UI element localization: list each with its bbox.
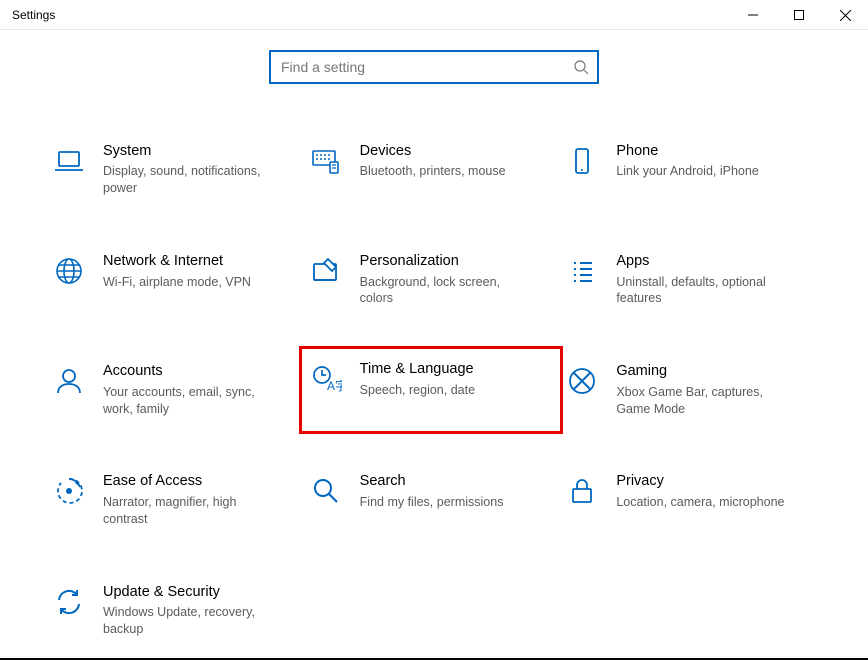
tile-system[interactable]: System Display, sound, notifications, po… (50, 134, 307, 206)
tile-sub: Display, sound, notifications, power (103, 163, 278, 197)
tile-sub: Background, lock screen, colors (360, 274, 535, 308)
list-icon (566, 255, 598, 287)
tile-sub: Xbox Game Bar, captures, Game Mode (616, 384, 791, 418)
tile-search[interactable]: Search Find my files, permissions (307, 464, 564, 536)
lock-icon (566, 475, 598, 507)
tile-time-language[interactable]: A字 Time & Language Speech, region, date (299, 346, 564, 434)
search-icon (573, 59, 589, 75)
ease-icon (53, 475, 85, 507)
tile-phone[interactable]: Phone Link your Android, iPhone (563, 134, 820, 206)
tile-sub: Narrator, magnifier, high contrast (103, 494, 278, 528)
tile-title: Network & Internet (103, 253, 278, 270)
tile-personalization[interactable]: Personalization Background, lock screen,… (307, 244, 564, 316)
tile-title: Privacy (616, 473, 791, 490)
tile-update-security[interactable]: Update & Security Windows Update, recove… (50, 575, 307, 647)
search-area (0, 50, 868, 84)
tile-sub: Link your Android, iPhone (616, 163, 791, 180)
keyboard-icon (310, 145, 342, 177)
maximize-button[interactable] (776, 0, 822, 30)
tile-title: Time & Language (360, 361, 535, 378)
tile-sub: Bluetooth, printers, mouse (360, 163, 535, 180)
tile-sub: Speech, region, date (360, 382, 535, 399)
titlebar: Settings (0, 0, 868, 30)
tile-sub: Uninstall, defaults, optional features (616, 274, 791, 308)
tile-title: Phone (616, 143, 791, 160)
tile-title: Devices (360, 143, 535, 160)
tile-sub: Find my files, permissions (360, 494, 535, 511)
settings-grid: System Display, sound, notifications, po… (0, 124, 868, 647)
tile-sub: Windows Update, recovery, backup (103, 604, 278, 638)
tile-sub: Your accounts, email, sync, work, family (103, 384, 278, 418)
tile-sub: Wi-Fi, airplane mode, VPN (103, 274, 278, 291)
tile-title: Gaming (616, 363, 791, 380)
sync-icon (53, 586, 85, 618)
tile-devices[interactable]: Devices Bluetooth, printers, mouse (307, 134, 564, 206)
person-icon (53, 365, 85, 397)
tile-gaming[interactable]: Gaming Xbox Game Bar, captures, Game Mod… (563, 354, 820, 426)
tile-ease-of-access[interactable]: Ease of Access Narrator, magnifier, high… (50, 464, 307, 536)
globe-icon (53, 255, 85, 287)
close-button[interactable] (822, 0, 868, 30)
phone-icon (566, 145, 598, 177)
laptop-icon (53, 145, 85, 177)
tile-title: Apps (616, 253, 791, 270)
minimize-button[interactable] (730, 0, 776, 30)
tile-network[interactable]: Network & Internet Wi-Fi, airplane mode,… (50, 244, 307, 316)
svg-text:A字: A字 (327, 378, 342, 393)
tile-title: Search (360, 473, 535, 490)
tile-title: Personalization (360, 253, 535, 270)
search-input[interactable] (279, 58, 573, 76)
tile-title: Accounts (103, 363, 278, 380)
magnifier-icon (310, 475, 342, 507)
tile-sub: Location, camera, microphone (616, 494, 791, 511)
window-title: Settings (12, 8, 55, 22)
tile-accounts[interactable]: Accounts Your accounts, email, sync, wor… (50, 354, 307, 426)
xbox-icon (566, 365, 598, 397)
tile-title: Update & Security (103, 584, 278, 601)
paintbrush-icon (310, 255, 342, 287)
tile-title: System (103, 143, 278, 160)
time-language-icon: A字 (310, 363, 342, 395)
tile-privacy[interactable]: Privacy Location, camera, microphone (563, 464, 820, 536)
window-controls (730, 0, 868, 29)
search-box[interactable] (269, 50, 599, 84)
tile-title: Ease of Access (103, 473, 278, 490)
tile-apps[interactable]: Apps Uninstall, defaults, optional featu… (563, 244, 820, 316)
